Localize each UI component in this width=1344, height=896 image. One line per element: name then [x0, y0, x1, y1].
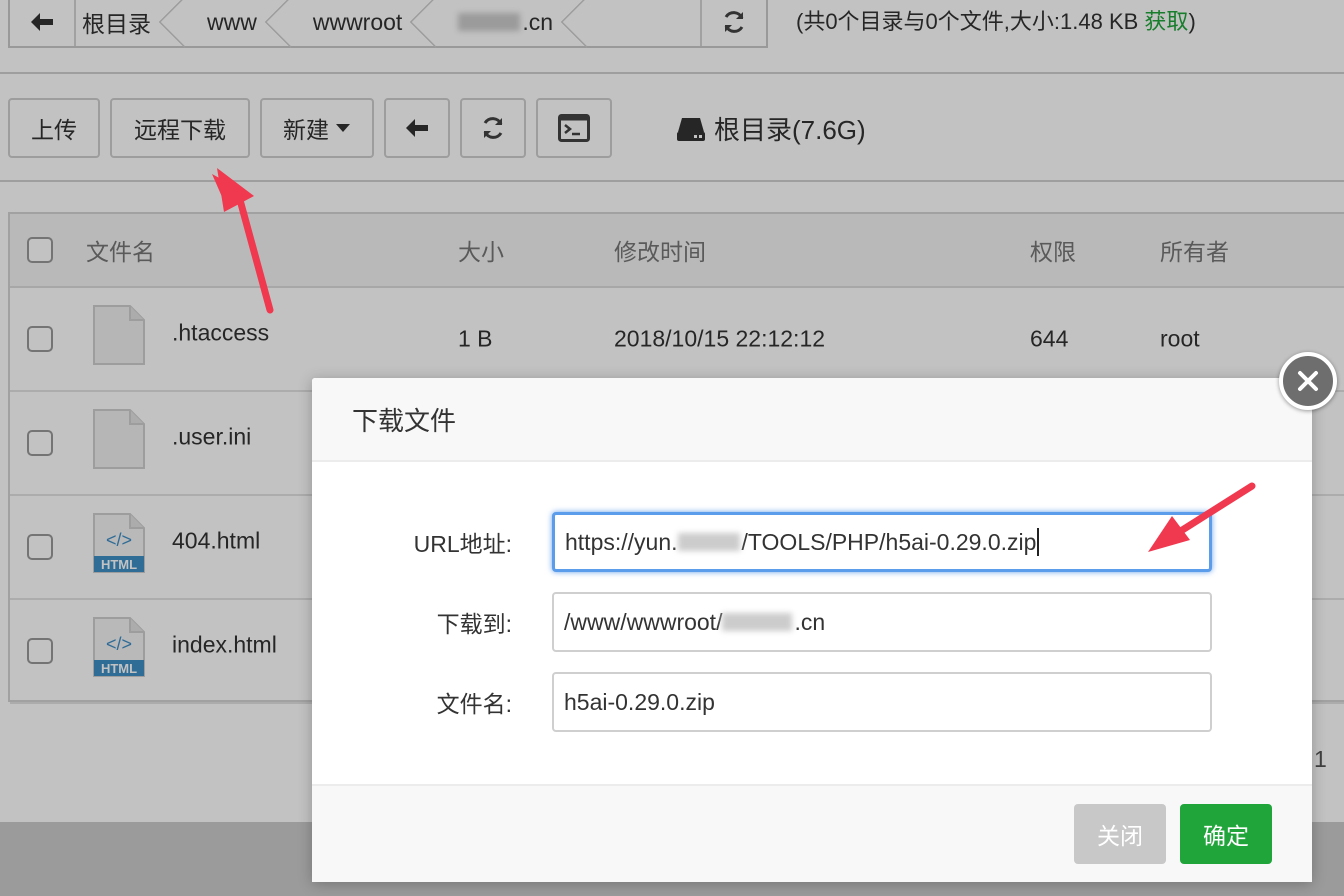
download-file-dialog: 下载文件 URL地址: https://yun. /TOOLS/PHP/h5ai-…	[312, 378, 1312, 882]
text-caret	[1037, 528, 1040, 556]
filename-input[interactable]: h5ai-0.29.0.zip	[552, 672, 1212, 732]
url-value-prefix: https://yun.	[565, 528, 678, 555]
filename-label: 文件名:	[436, 691, 512, 717]
download-path-input[interactable]: /www/wwwroot/ .cn	[552, 592, 1212, 652]
url-input[interactable]: https://yun. /TOOLS/PHP/h5ai-0.29.0.zip	[552, 512, 1212, 572]
dest-value-suffix: .cn	[794, 608, 826, 635]
close-button[interactable]: 关闭	[1074, 804, 1166, 864]
confirm-button[interactable]: 确定	[1180, 804, 1272, 864]
url-value-suffix: /TOOLS/PHP/h5ai-0.29.0.zip	[741, 528, 1037, 555]
filename-row: 文件名: h5ai-0.29.0.zip	[312, 672, 1312, 732]
filename-value: h5ai-0.29.0.zip	[564, 688, 715, 715]
close-icon	[1298, 371, 1318, 391]
dialog-close-button[interactable]	[1279, 352, 1337, 410]
dialog-title: 下载文件	[312, 378, 1312, 462]
url-row: URL地址: https://yun. /TOOLS/PHP/h5ai-0.29.…	[312, 512, 1312, 572]
redacted-text	[722, 613, 793, 631]
dest-label: 下载到:	[436, 611, 512, 637]
dest-value-prefix: /www/wwwroot/	[564, 608, 723, 635]
dest-row: 下载到: /www/wwwroot/ .cn	[312, 592, 1312, 652]
redacted-text	[677, 533, 740, 551]
dialog-footer: 关闭 确定	[312, 784, 1312, 882]
url-label: URL地址:	[413, 531, 512, 557]
